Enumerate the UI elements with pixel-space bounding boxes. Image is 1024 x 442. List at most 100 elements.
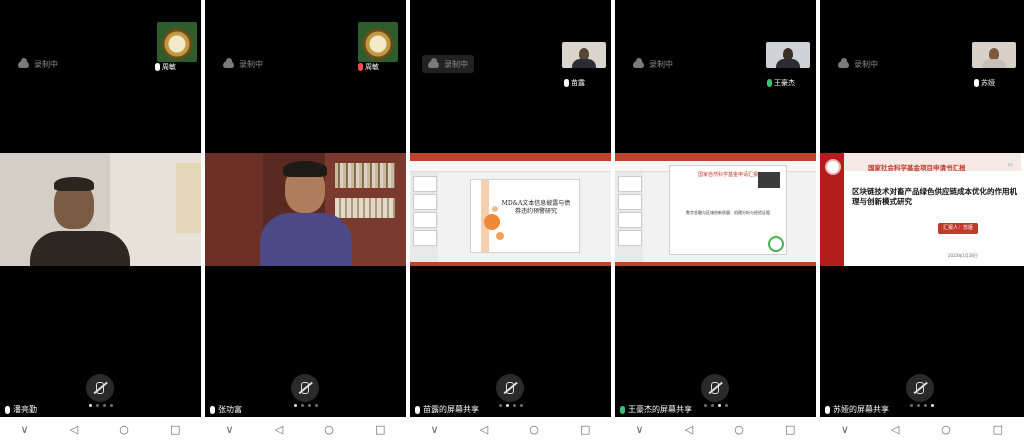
slide-title: 区块链技术对畜产品绿色供应链成本优化的作用机理与创新模式研究 <box>852 187 1017 206</box>
page-indicator <box>88 404 113 407</box>
recording-indicator: 录制中 <box>12 55 64 73</box>
slide-canvas: 国家自然科学基金申请汇报 数字金融与区域创新质量：机理分析与经验证据 <box>669 165 787 255</box>
collapse-button[interactable]: ∨ <box>431 423 439 436</box>
screen-share-slide[interactable]: 国家社会科学基金项目申请书汇报 ❞ 区块链技术对畜产品绿色供应链成本优化的作用机… <box>820 153 1024 266</box>
screen-share-slide[interactable]: 国家自然科学基金申请汇报 数字金融与区域创新质量：机理分析与经验证据 <box>615 153 816 266</box>
microphone-muted-icon <box>916 382 924 394</box>
nsfc-logo-icon <box>768 236 784 252</box>
microphone-muted-icon <box>506 382 514 394</box>
collapse-button[interactable]: ∨ <box>841 423 849 436</box>
cloud-icon <box>838 57 849 68</box>
back-button[interactable]: ◁ <box>685 423 693 436</box>
android-nav-bar: ∨ ◁ ○ □ <box>615 417 816 442</box>
speaker-name: 王豪杰的屏幕共享 <box>620 404 692 415</box>
recording-indicator: 录制中 <box>422 55 474 73</box>
home-button[interactable]: ○ <box>734 423 744 436</box>
android-nav-bar: ∨ ◁ ○ □ <box>0 417 201 442</box>
participant-name-tag: 周敏 <box>358 62 379 72</box>
back-button[interactable]: ◁ <box>480 423 488 436</box>
recents-button[interactable]: □ <box>580 423 590 436</box>
participant-camera-thumbnail[interactable] <box>972 42 1016 68</box>
recording-label: 录制中 <box>34 59 58 69</box>
home-button[interactable]: ○ <box>119 423 129 436</box>
slide-thumbnails <box>615 172 643 262</box>
presenter-label: 汇报人：苏娅 <box>938 223 979 234</box>
participant-camera-thumbnail[interactable] <box>562 42 606 68</box>
speaker-name: 苏娅的屏幕共享 <box>825 404 889 415</box>
mute-button[interactable] <box>291 374 319 402</box>
recents-button[interactable]: □ <box>993 423 1003 436</box>
back-button[interactable]: ◁ <box>891 423 899 436</box>
cloud-icon <box>18 57 29 68</box>
mute-button[interactable] <box>701 374 729 402</box>
speaker-name: 张功富 <box>210 404 242 415</box>
home-button[interactable]: ○ <box>529 423 539 436</box>
microphone-muted-icon <box>301 382 309 394</box>
video-tile-1[interactable]: 录制中 周敏 潘亮勤 ∨ ◁ ○ □ <box>0 0 201 442</box>
video-tile-4[interactable]: 录制中 王豪杰 国家自然科学基金申请汇报 数字金融与区域创新质量：机理分析与经验… <box>615 0 816 442</box>
home-button[interactable]: ○ <box>324 423 334 436</box>
presenter-camera-overlay <box>758 172 780 188</box>
back-button[interactable]: ◁ <box>70 423 78 436</box>
cloud-icon <box>223 57 234 68</box>
video-tile-3[interactable]: 录制中 苗露 MD&A文本信息披露与债券违约预警研究 苗露的屏幕共享 ∨ ◁ ○… <box>410 0 611 442</box>
slide-date: 2023年2月28日 <box>948 253 978 258</box>
microphone-icon <box>620 405 625 414</box>
android-nav-bar: ∨ ◁ ○ □ <box>205 417 406 442</box>
recents-button[interactable]: □ <box>785 423 795 436</box>
collapse-button[interactable]: ∨ <box>226 423 234 436</box>
video-tile-2[interactable]: 录制中 周敏 张功富 ∨ ◁ ○ □ <box>205 0 406 442</box>
page-indicator <box>703 404 728 407</box>
participant-name-tag: 苗露 <box>564 78 585 88</box>
microphone-icon <box>825 405 830 414</box>
collapse-button[interactable]: ∨ <box>636 423 644 436</box>
collapse-button[interactable]: ∨ <box>21 423 29 436</box>
mute-button[interactable] <box>86 374 114 402</box>
microphone-icon <box>564 79 569 87</box>
microphone-icon <box>767 79 772 87</box>
screen-share-slide[interactable]: MD&A文本信息披露与债券违约预警研究 <box>410 153 611 266</box>
university-seal-icon <box>825 159 841 175</box>
microphone-icon <box>5 405 10 414</box>
video-tile-5[interactable]: 录制中 苏娅 国家社会科学基金项目申请书汇报 ❞ 区块链技术对畜产品绿色供应链成… <box>820 0 1024 442</box>
microphone-icon <box>210 405 215 414</box>
quote-mark-icon: ❞ <box>1007 161 1014 175</box>
camera-video[interactable] <box>0 153 201 266</box>
recents-button[interactable]: □ <box>170 423 180 436</box>
speaker-name: 苗露的屏幕共享 <box>415 404 479 415</box>
microphone-icon <box>974 79 979 87</box>
recording-indicator: 录制中 <box>627 55 679 73</box>
slide-canvas: MD&A文本信息披露与债券违约预警研究 <box>470 179 580 253</box>
recording-indicator: 录制中 <box>832 55 884 73</box>
microphone-muted-icon <box>96 382 104 394</box>
cloud-icon <box>428 57 439 68</box>
android-nav-bar: ∨ ◁ ○ □ <box>410 417 611 442</box>
slide-subtitle: 数字金融与区域创新质量：机理分析与经验证据 <box>686 210 770 215</box>
page-indicator <box>293 404 318 407</box>
mute-button[interactable] <box>496 374 524 402</box>
microphone-icon <box>415 405 420 414</box>
participant-avatar[interactable] <box>358 22 398 62</box>
mute-button[interactable] <box>906 374 934 402</box>
recents-button[interactable]: □ <box>375 423 385 436</box>
microphone-muted-icon <box>711 382 719 394</box>
android-nav-bar: ∨ ◁ ○ □ <box>820 417 1024 442</box>
participant-name-tag: 周敏 <box>155 62 176 72</box>
camera-video[interactable] <box>205 153 406 266</box>
page-indicator <box>498 404 523 407</box>
cloud-icon <box>633 57 644 68</box>
speaker-name: 潘亮勤 <box>5 404 37 415</box>
microphone-icon <box>358 63 363 71</box>
page-indicator <box>910 404 934 407</box>
recording-indicator: 录制中 <box>217 55 269 73</box>
participant-name-tag: 王豪杰 <box>767 78 795 88</box>
microphone-icon <box>155 63 160 71</box>
back-button[interactable]: ◁ <box>275 423 283 436</box>
participant-avatar[interactable] <box>157 22 197 62</box>
slide-thumbnails <box>410 172 438 262</box>
participant-name-tag: 苏娅 <box>974 78 995 88</box>
home-button[interactable]: ○ <box>941 423 951 436</box>
participant-camera-thumbnail[interactable] <box>766 42 810 68</box>
slide-title: MD&A文本信息披露与债券违约预警研究 <box>501 200 571 215</box>
slide-header: 国家社会科学基金项目申请书汇报 <box>868 164 966 172</box>
